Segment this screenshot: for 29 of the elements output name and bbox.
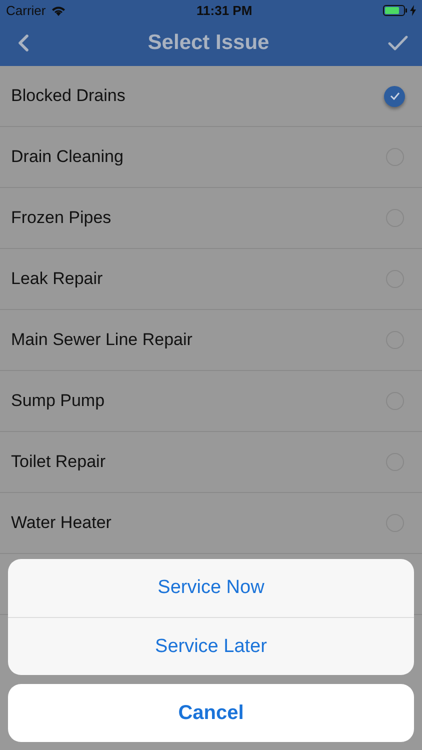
issue-row[interactable]: Toilet Repair	[0, 432, 422, 493]
issue-row[interactable]: Blocked Drains	[0, 66, 422, 127]
issue-label: Blocked Drains	[11, 86, 126, 106]
issue-row[interactable]: Drain Cleaning	[0, 127, 422, 188]
checkmark-icon[interactable]	[388, 35, 408, 51]
status-time: 11:31 PM	[196, 2, 252, 18]
issue-label: Water Heater	[11, 513, 112, 533]
checkmark-icon	[390, 92, 400, 100]
issue-row[interactable]: Water Heater	[0, 493, 422, 554]
screen-title: Select Issue	[148, 31, 270, 55]
carrier-label: Carrier	[6, 2, 46, 18]
issue-label: Toilet Repair	[11, 452, 106, 472]
back-icon[interactable]	[18, 34, 29, 52]
battery-icon	[382, 4, 408, 16]
issue-label: Sump Pump	[11, 391, 105, 411]
wifi-icon	[50, 4, 66, 16]
action-button[interactable]: Service Now	[8, 559, 414, 617]
radio-button[interactable]	[384, 86, 405, 106]
issue-label: Frozen Pipes	[11, 208, 112, 228]
issue-row[interactable]: Leak Repair	[0, 249, 422, 310]
cancel-button[interactable]: Cancel	[8, 684, 414, 742]
issue-label: Leak Repair	[11, 269, 103, 289]
action-button[interactable]: Service Later	[8, 617, 414, 675]
charging-icon	[410, 4, 416, 16]
issue-row[interactable]: Frozen Pipes	[0, 188, 422, 249]
issue-label: Main Sewer Line Repair	[11, 330, 192, 350]
issue-label: Drain Cleaning	[11, 147, 124, 167]
issue-row[interactable]: Sump Pump	[0, 371, 422, 432]
issue-row[interactable]: Main Sewer Line Repair	[0, 310, 422, 371]
